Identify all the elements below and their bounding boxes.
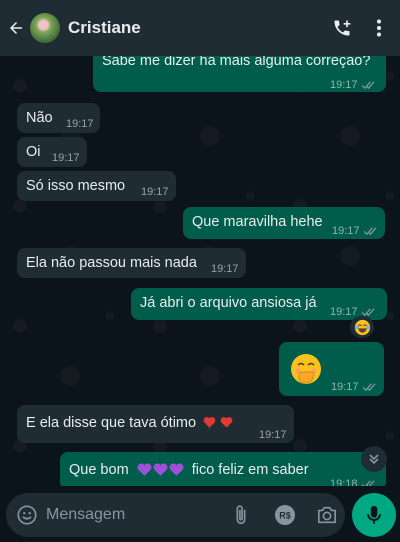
composer-bar: R$: [0, 488, 400, 542]
message-text: Só isso mesmo: [26, 178, 126, 194]
message-time: 19:17: [259, 429, 287, 441]
message-time: 19:18: [330, 478, 358, 486]
payment-button[interactable]: R$: [270, 493, 300, 537]
message-outgoing[interactable]: 19:17: [279, 342, 384, 396]
camera-button[interactable]: [312, 493, 342, 537]
message-text: Oi: [26, 144, 41, 160]
double-check-icon: [363, 227, 376, 236]
purple-heart-icon: [153, 463, 168, 476]
red-heart-icon: [203, 417, 216, 429]
payment-currency-icon: R$: [275, 505, 295, 525]
purple-heart-icon: [137, 463, 152, 476]
message-outgoing[interactable]: Sabe me dizer há mais alguma correção? 1…: [93, 56, 386, 92]
message-list[interactable]: Sabe me dizer há mais alguma correção? 1…: [0, 56, 400, 486]
back-button[interactable]: [2, 0, 30, 56]
message-time: 19:17: [141, 186, 169, 198]
message-time: 19:17: [66, 118, 94, 130]
emoji-button[interactable]: [12, 493, 42, 537]
microphone-icon: [367, 505, 381, 524]
message-input[interactable]: [46, 503, 216, 527]
message-meta: 19:17: [331, 378, 377, 396]
message-incoming[interactable]: E ela disse que tava ótimo 19:17: [17, 405, 294, 443]
message-incoming[interactable]: Só isso mesmo 19:17: [17, 171, 176, 201]
scroll-to-bottom-button[interactable]: [361, 446, 387, 472]
message-time: 19:17: [332, 225, 360, 237]
message-text: Sabe me dizer há mais alguma correção?: [102, 56, 371, 69]
add-call-button[interactable]: [322, 0, 362, 56]
message-outgoing[interactable]: Que maravilha hehe 19:17: [183, 207, 385, 239]
message-text-body: E ela disse que tava ótimo: [26, 415, 197, 431]
attach-button[interactable]: [228, 493, 254, 537]
hand-over-mouth-emoji-icon: [291, 354, 321, 384]
double-check-icon: [362, 383, 375, 392]
message-text: E ela disse que tava ótimo: [26, 414, 233, 432]
double-check-icon: [361, 480, 374, 486]
payment-label: R$: [279, 511, 291, 521]
message-meta: 19:17: [330, 76, 376, 94]
message-outgoing[interactable]: Já abri o arquivo ansiosa já 19:17: [131, 288, 387, 320]
message-text: Ela não passou mais nada: [26, 255, 197, 271]
message-meta: 19:18: [330, 475, 376, 486]
purple-heart-icon: [169, 463, 184, 476]
contact-name[interactable]: Cristiane: [68, 18, 141, 38]
red-heart-icon: [220, 417, 233, 428]
paperclip-icon: [236, 505, 246, 525]
menu-button[interactable]: [362, 0, 396, 56]
add-call-icon: [334, 20, 351, 36]
message-incoming[interactable]: Não 19:17: [17, 103, 100, 133]
double-chevron-down-icon: [369, 454, 379, 465]
message-text: Que maravilha hehe: [192, 214, 323, 230]
message-time: 19:17: [331, 381, 359, 393]
message-text: Já abri o arquivo ansiosa já: [140, 295, 317, 311]
emoji-smiley-icon: [17, 505, 37, 525]
message-incoming[interactable]: Ela não passou mais nada 19:17: [17, 248, 246, 278]
voice-message-button[interactable]: [352, 493, 396, 537]
contact-avatar[interactable]: [30, 13, 60, 43]
message-incoming[interactable]: Oi 19:17: [17, 137, 87, 167]
message-time: 19:17: [52, 152, 80, 164]
message-text-before: Que bom: [69, 462, 129, 478]
more-vert-icon: [377, 19, 381, 37]
arrow-left-icon: [10, 22, 22, 34]
message-text: Não: [26, 110, 53, 126]
message-meta: 19:17: [332, 222, 378, 240]
joy-emoji-icon: [354, 319, 370, 335]
message-composer: R$: [6, 493, 345, 537]
message-time: 19:17: [211, 263, 239, 275]
double-check-icon: [361, 81, 374, 90]
chat-header: Cristiane: [0, 0, 400, 56]
message-text: Que bom fico feliz em saber: [69, 461, 309, 479]
message-reaction[interactable]: [350, 316, 374, 338]
camera-icon: [318, 506, 336, 524]
message-time: 19:17: [330, 79, 358, 91]
message-outgoing[interactable]: Que bom fico feliz em saber 19:18: [60, 452, 386, 486]
message-text-after: fico feliz em saber: [191, 462, 309, 478]
